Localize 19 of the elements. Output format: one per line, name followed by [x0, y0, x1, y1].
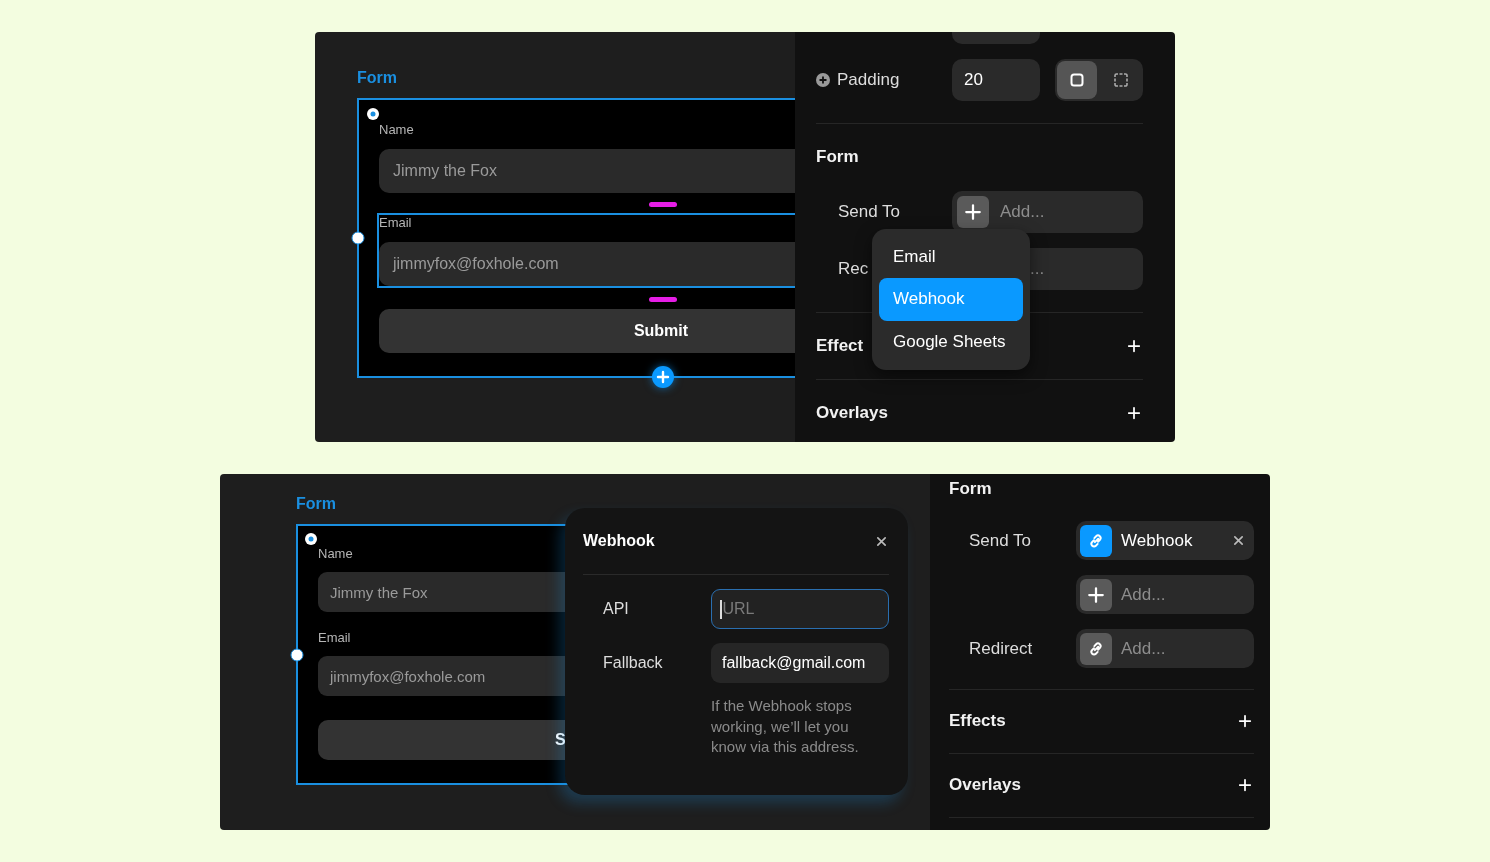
- field-label: API: [602, 600, 630, 618]
- help-text: If the Webhook stops working, we’ll let you know via this address.: [711, 696, 860, 757]
- section-title: Form: [816, 146, 860, 168]
- property-label: Redirect: [969, 638, 1033, 659]
- section-title: Overlays: [816, 403, 888, 423]
- field-label: Email: [318, 630, 351, 646]
- property-label: Send To: [969, 530, 1032, 551]
- field-label: Fallback: [602, 654, 664, 672]
- section-title: Effects: [949, 711, 1006, 731]
- field-label: Name: [318, 546, 353, 562]
- property-label: Padding: [837, 70, 900, 90]
- field-label: Email: [379, 215, 412, 231]
- section-title: Effect: [816, 336, 864, 356]
- property-label: Send To: [838, 202, 901, 222]
- section-title: Overlays: [949, 775, 1021, 795]
- popup-title: Webhook: [583, 532, 655, 550]
- field-label: Name: [379, 122, 414, 138]
- property-label: Rec: [838, 259, 869, 279]
- section-title: Form: [949, 478, 993, 500]
